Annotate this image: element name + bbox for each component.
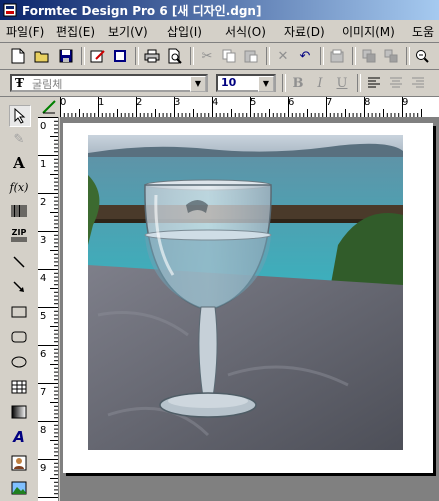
ungroup-icon[interactable] bbox=[381, 46, 401, 66]
select-pointer-icon[interactable] bbox=[9, 105, 31, 127]
rounded-rectangle-icon[interactable] bbox=[9, 327, 29, 347]
ellipse-icon[interactable] bbox=[9, 352, 29, 372]
word-art-icon[interactable]: A bbox=[9, 427, 29, 447]
ruler-corner bbox=[38, 97, 60, 117]
barcode-icon[interactable] bbox=[9, 201, 29, 221]
truetype-font-icon: Ŧ bbox=[15, 76, 24, 90]
ruler-origin-icon[interactable] bbox=[42, 100, 56, 114]
image-icon[interactable] bbox=[9, 478, 29, 498]
cut-icon[interactable]: ✂ bbox=[197, 46, 217, 66]
ruler-label: 9 bbox=[402, 97, 409, 108]
ruler-label: 2 bbox=[40, 197, 47, 208]
ruler-label: 5 bbox=[40, 311, 47, 322]
ruler-label: 4 bbox=[212, 97, 219, 108]
menu-format[interactable]: 서식(O) bbox=[225, 23, 266, 40]
zip-label: ZIP bbox=[11, 227, 27, 237]
menu-view[interactable]: 보기(V) bbox=[108, 23, 148, 40]
title-bar: Formtec Design Pro 6 [새 디자인.dgn] bbox=[0, 0, 439, 20]
italic-button[interactable]: I bbox=[310, 73, 330, 93]
menu-edit[interactable]: 편집(E) bbox=[56, 23, 95, 40]
menu-image[interactable]: 이미지(M) bbox=[342, 23, 395, 40]
toolbar-separator bbox=[357, 74, 361, 92]
formula-tool-icon[interactable]: f(x) bbox=[9, 177, 29, 197]
ruler-label: 7 bbox=[40, 387, 47, 398]
font-size-select[interactable]: 10 ▼ bbox=[216, 74, 276, 92]
new-document-icon[interactable] bbox=[8, 46, 28, 66]
vertical-ruler-ticks bbox=[38, 117, 58, 498]
toolbar-separator bbox=[320, 47, 324, 65]
save-icon[interactable] bbox=[56, 46, 76, 66]
format-toolbar: Ŧ 굴림체 ▼ 10 ▼ B I U bbox=[0, 70, 439, 97]
underline-button[interactable]: U bbox=[332, 73, 352, 93]
tool-palette: ✎ A f(x) ZIP A bbox=[0, 97, 38, 501]
frame-icon[interactable] bbox=[110, 46, 130, 66]
toolbar-separator bbox=[135, 47, 139, 65]
window-title: Formtec Design Pro 6 [새 디자인.dgn] bbox=[22, 4, 262, 18]
ruler-label: 1 bbox=[40, 159, 47, 170]
wine-glass-photo[interactable] bbox=[88, 135, 403, 450]
align-right-icon[interactable] bbox=[408, 73, 428, 93]
line-icon[interactable] bbox=[9, 252, 29, 272]
ruler-label: 3 bbox=[174, 97, 181, 108]
toolbar-separator bbox=[81, 47, 85, 65]
font-name-select[interactable]: Ŧ 굴림체 ▼ bbox=[10, 74, 208, 92]
ruler-label: 1 bbox=[98, 97, 105, 108]
ruler-label: 3 bbox=[40, 235, 47, 246]
ruler-label: 4 bbox=[40, 273, 47, 284]
wine-glass-image bbox=[88, 135, 403, 450]
align-left-icon[interactable] bbox=[364, 73, 384, 93]
toolbar-separator bbox=[266, 47, 270, 65]
copy-icon[interactable] bbox=[219, 46, 239, 66]
ruler-label: 9 bbox=[40, 463, 47, 474]
ruler-label: 8 bbox=[364, 97, 371, 108]
edit-page-icon[interactable] bbox=[88, 46, 108, 66]
app-icon bbox=[3, 3, 17, 17]
menu-data[interactable]: 자료(D) bbox=[284, 23, 325, 40]
toolbar-separator bbox=[282, 74, 286, 92]
print-icon[interactable] bbox=[142, 46, 162, 66]
toolbar-separator bbox=[406, 47, 410, 65]
paste-icon[interactable] bbox=[241, 46, 261, 66]
text-tool-icon[interactable]: A bbox=[9, 153, 29, 173]
align-center-icon[interactable] bbox=[386, 73, 406, 93]
ruler-label: 7 bbox=[326, 97, 333, 108]
ruler-label: 5 bbox=[250, 97, 257, 108]
toolbar-separator bbox=[352, 47, 356, 65]
chevron-down-icon[interactable]: ▼ bbox=[258, 76, 274, 92]
open-folder-icon[interactable] bbox=[32, 46, 52, 66]
pen-icon[interactable]: ✎ bbox=[9, 129, 29, 149]
vertical-ruler[interactable]: 0 1 2 3 4 5 6 7 8 9 bbox=[38, 117, 59, 501]
chevron-down-icon[interactable]: ▼ bbox=[190, 76, 206, 92]
photo-field-icon[interactable] bbox=[9, 453, 29, 473]
bold-button[interactable]: B bbox=[288, 73, 308, 93]
ruler-label: 6 bbox=[288, 97, 295, 108]
table-icon[interactable] bbox=[9, 377, 29, 397]
horizontal-ruler[interactable]: 0 1 2 3 4 5 6 7 8 9 bbox=[60, 97, 439, 118]
zip-barcode-icon[interactable]: ZIP bbox=[9, 225, 29, 245]
font-size-value: 10 bbox=[221, 76, 237, 89]
properties-icon[interactable] bbox=[327, 46, 347, 66]
delete-icon[interactable]: ✕ bbox=[273, 46, 293, 66]
menu-insert[interactable]: 삽입(I) bbox=[167, 23, 202, 40]
menu-file[interactable]: 파일(F) bbox=[6, 23, 44, 40]
font-name-value: 굴림체 bbox=[32, 78, 63, 91]
gradient-icon[interactable] bbox=[9, 402, 29, 422]
print-preview-icon[interactable] bbox=[165, 46, 185, 66]
arrow-line-icon[interactable] bbox=[9, 277, 29, 297]
ruler-label: 2 bbox=[136, 97, 143, 108]
ruler-label: 0 bbox=[40, 121, 47, 132]
ruler-label: 0 bbox=[60, 97, 67, 108]
undo-icon[interactable]: ↶ bbox=[295, 46, 315, 66]
standard-toolbar: ✂ ✕ ↶ bbox=[0, 43, 439, 70]
group-icon[interactable] bbox=[359, 46, 379, 66]
rectangle-icon[interactable] bbox=[9, 302, 29, 322]
ruler-label: 6 bbox=[40, 349, 47, 360]
zoom-icon[interactable] bbox=[412, 46, 432, 66]
toolbar-separator bbox=[190, 47, 194, 65]
menu-help[interactable]: 도움 bbox=[412, 23, 434, 40]
menu-bar: 파일(F) 편집(E) 보기(V) 삽입(I) 서식(O) 자료(D) 이미지(… bbox=[0, 20, 439, 43]
ruler-label: 8 bbox=[40, 425, 47, 436]
